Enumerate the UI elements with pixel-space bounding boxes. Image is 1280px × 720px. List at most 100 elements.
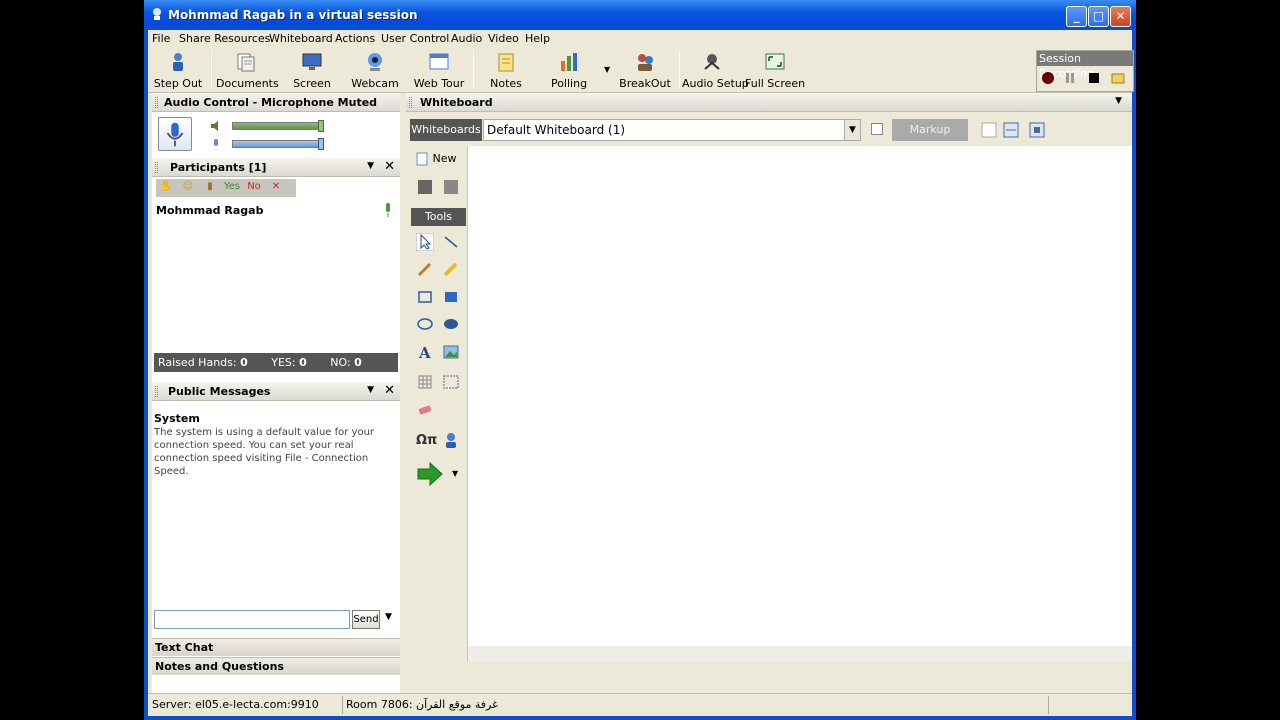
menu-file[interactable]: File (152, 32, 170, 45)
yes-button[interactable]: Yes (222, 181, 242, 195)
eraser-icon[interactable] (416, 401, 434, 419)
menu-share-resources[interactable]: Share Resources (179, 32, 270, 45)
messages-menu-icon[interactable]: ▼ (367, 385, 374, 395)
chevron-down-icon[interactable]: ▼ (844, 120, 860, 140)
whiteboard-select[interactable]: Default Whiteboard (1) ▼ (483, 119, 861, 141)
microphone-icon (166, 122, 184, 147)
text-tool-icon[interactable]: A (416, 343, 434, 361)
next-page-arrow-icon[interactable] (416, 461, 444, 487)
fit-page-icon[interactable] (1028, 121, 1046, 139)
folder-icon (1111, 73, 1125, 84)
message-body: The system is using a default value for … (154, 427, 375, 477)
messages-close-icon[interactable]: ✕ (384, 383, 395, 398)
rectangle-tool-icon[interactable] (416, 288, 434, 306)
speaker-volume-slider[interactable] (232, 122, 324, 130)
image-tool-icon[interactable] (442, 343, 460, 361)
pause-button[interactable] (1063, 71, 1077, 85)
main-toolbar: Step Out Documents Screen Webcam Web Tou… (148, 47, 1134, 93)
no-count: 0 (354, 356, 362, 369)
notes-icon (498, 53, 514, 72)
app-icon (153, 8, 161, 20)
webcam-button[interactable]: Webcam (345, 51, 405, 91)
step-out-button[interactable]: Step Out (148, 51, 208, 91)
pencil-icon[interactable] (416, 260, 434, 278)
smiley-icon[interactable]: ☺ (178, 181, 198, 195)
screenshot-tool-icon[interactable] (442, 373, 460, 391)
raise-hand-icon[interactable]: ✋ (156, 181, 176, 195)
mic-volume-thumb[interactable] (318, 138, 324, 150)
reaction-bar: ✋ ☺ ▮ Yes No ✕ (156, 179, 296, 197)
text-chat-section[interactable]: Text Chat (152, 638, 400, 656)
highlighter-icon[interactable] (442, 260, 460, 278)
participants-header: Participants [1] ▼ ✕ (152, 158, 400, 177)
menu-bar: File Share Resources Whiteboard Actions … (148, 30, 1132, 47)
minimize-button[interactable]: _ (1066, 6, 1087, 27)
participants-menu-icon[interactable]: ▼ (367, 161, 374, 171)
applause-icon[interactable]: ▮ (200, 181, 220, 195)
participant-name[interactable]: Mohmmad Ragab (156, 204, 263, 217)
user-pointer-icon[interactable] (442, 431, 460, 449)
whiteboard-header: Whiteboard ▼ (406, 93, 1132, 112)
menu-audio[interactable]: Audio (451, 32, 482, 45)
new-page-button[interactable]: New (415, 152, 457, 166)
title-bar[interactable]: Mohmmad Ragab in a virtual session _ □ ✕ (144, 0, 1136, 30)
speaker-volume-thumb[interactable] (318, 120, 324, 132)
whiteboard-menu-icon[interactable]: ▼ (1115, 96, 1122, 106)
save-icon[interactable] (416, 178, 434, 196)
fit-width-icon[interactable] (1002, 121, 1020, 139)
close-button[interactable]: ✕ (1110, 6, 1131, 27)
polling-dropdown-icon[interactable]: ▼ (604, 65, 610, 74)
line-tool-icon[interactable] (442, 233, 460, 251)
public-messages-header: Public Messages ▼ ✕ (152, 382, 400, 401)
notes-questions-section[interactable]: Notes and Questions (152, 657, 400, 675)
status-bar: Server: el05.e-lecta.com:9910 Room 7806:… (148, 693, 1132, 716)
documents-button[interactable]: Documents (216, 51, 279, 91)
menu-actions[interactable]: Actions (335, 32, 375, 45)
session-recording-panel: Session Recording (1036, 50, 1134, 92)
recordings-folder-button[interactable] (1111, 71, 1125, 85)
step-out-icon (173, 53, 183, 71)
clear-reaction-icon[interactable]: ✕ (266, 181, 286, 195)
chat-input[interactable] (154, 610, 350, 629)
grid-icon[interactable] (416, 373, 434, 391)
screen-button[interactable]: Screen (282, 51, 342, 91)
markup-visible-checkbox[interactable] (871, 123, 883, 135)
menu-video[interactable]: Video (488, 32, 519, 45)
hand-vote-counts: Raised Hands: 0 YES: 0 NO: 0 (154, 353, 398, 372)
full-screen-button[interactable]: Full Screen (745, 51, 805, 91)
mic-volume-slider[interactable] (232, 140, 324, 148)
polling-button[interactable]: Polling (539, 51, 599, 91)
select-arrow-icon[interactable] (416, 233, 434, 251)
send-options-icon[interactable]: ▼ (385, 612, 392, 622)
tools-header: Tools (411, 208, 466, 226)
symbols-icon[interactable]: Ωπ (416, 433, 440, 451)
participants-close-icon[interactable]: ✕ (384, 159, 395, 174)
no-button[interactable]: No (244, 181, 264, 195)
notes-button[interactable]: Notes (476, 51, 536, 91)
whiteboards-label: Whiteboards (410, 119, 482, 141)
speaker-icon (211, 121, 218, 131)
whiteboard-panel: Whiteboard ▼ Whiteboards Default Whitebo… (406, 93, 1132, 693)
whiteboard-canvas[interactable] (468, 146, 1132, 646)
menu-user-control[interactable]: User Control (381, 32, 449, 45)
arrow-dropdown-icon[interactable]: ▼ (452, 469, 458, 478)
ellipse-tool-icon[interactable] (416, 315, 434, 333)
stop-icon (1089, 73, 1099, 83)
print-icon[interactable] (442, 178, 460, 196)
microphone-button[interactable] (158, 117, 192, 151)
send-button[interactable]: Send (352, 610, 380, 629)
web-tour-button[interactable]: Web Tour (409, 51, 469, 91)
breakout-button[interactable]: BreakOut (615, 51, 675, 91)
filled-ellipse-icon[interactable] (442, 315, 460, 333)
filled-rectangle-icon[interactable] (442, 288, 460, 306)
horizontal-scrollbar[interactable] (468, 646, 1132, 661)
audio-setup-button[interactable]: Audio Setup (682, 51, 749, 91)
record-button[interactable] (1041, 71, 1055, 85)
breakout-icon (638, 54, 653, 71)
menu-help[interactable]: Help (525, 32, 550, 45)
menu-whiteboard[interactable]: Whiteboard (269, 32, 333, 45)
stop-button[interactable] (1087, 71, 1101, 85)
markup-visible-label[interactable]: Markup Visible (892, 119, 968, 158)
maximize-button[interactable]: □ (1088, 6, 1109, 27)
blank-page-icon[interactable] (980, 121, 998, 139)
